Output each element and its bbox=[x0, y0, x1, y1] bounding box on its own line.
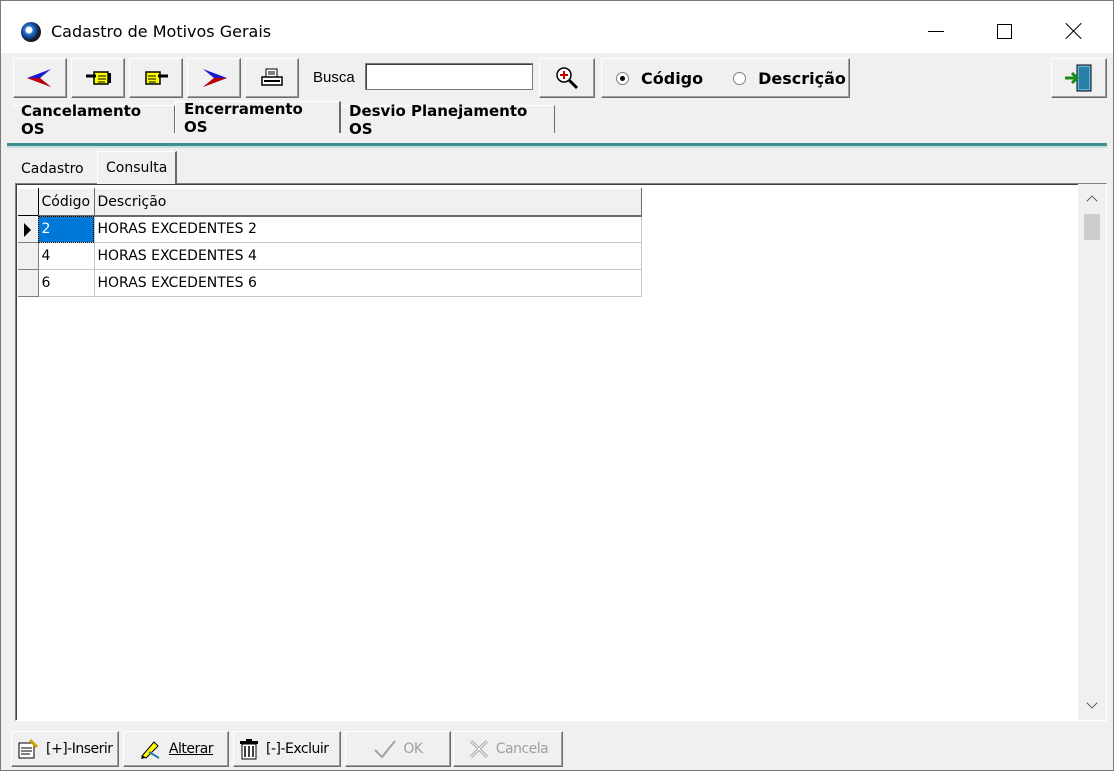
row-indicator bbox=[18, 215, 39, 243]
excluir-label: [-]-Excluir bbox=[266, 741, 329, 757]
close-button[interactable] bbox=[1051, 13, 1097, 49]
cell-descricao[interactable]: HORAS EXCEDENTES 4 bbox=[94, 242, 642, 270]
tab-label: Desvio Planejamento OS bbox=[349, 101, 528, 138]
search-button[interactable] bbox=[539, 58, 595, 98]
cancela-label: Cancela bbox=[495, 741, 549, 757]
checkmark-icon bbox=[374, 740, 397, 759]
scroll-down-button[interactable] bbox=[1078, 692, 1106, 718]
last-record-button[interactable] bbox=[187, 58, 241, 98]
tab-label: Cadastro bbox=[21, 161, 84, 177]
ok-button[interactable]: OK bbox=[345, 731, 451, 767]
exit-door-icon bbox=[1065, 64, 1092, 92]
top-tabs: Cancelamento OS Encerramento OS Desvio P… bbox=[13, 99, 1113, 138]
excluir-button[interactable]: [-]-Excluir bbox=[233, 731, 341, 767]
row-indicator bbox=[18, 269, 39, 297]
cell-codigo[interactable]: 4 bbox=[38, 242, 95, 270]
tab-desvio-planejamento-os[interactable]: Desvio Planejamento OS bbox=[341, 102, 555, 138]
ok-label: OK bbox=[403, 741, 423, 757]
insert-document-icon bbox=[18, 738, 39, 759]
tab-label: Encerramento OS bbox=[184, 99, 303, 136]
window-title: Cadastro de Motivos Gerais bbox=[51, 22, 272, 41]
chevron-down-icon bbox=[1086, 697, 1098, 709]
row-indicator bbox=[18, 242, 39, 270]
printer-icon bbox=[261, 68, 283, 86]
app-window: Cadastro de Motivos Gerais Busca Código … bbox=[0, 0, 1114, 771]
exit-button[interactable] bbox=[1051, 58, 1107, 98]
trash-icon bbox=[240, 739, 258, 760]
arrow-right-blue-icon bbox=[203, 69, 227, 87]
alterar-button[interactable]: Alterar bbox=[123, 731, 229, 767]
tab-consulta[interactable]: Consulta bbox=[97, 151, 178, 184]
search-label: Busca bbox=[313, 69, 355, 86]
vertical-scrollbar[interactable] bbox=[1078, 184, 1106, 720]
close-icon bbox=[1065, 22, 1083, 40]
radio-checked-icon bbox=[616, 71, 629, 85]
records-grid[interactable]: Código Descrição 2 HORAS EXCEDENTES 2 4 … bbox=[15, 183, 1107, 721]
table-row[interactable]: 4 HORAS EXCEDENTES 4 bbox=[18, 242, 642, 270]
inserir-label: [+]-Inserir bbox=[46, 741, 113, 757]
search-input[interactable] bbox=[365, 63, 533, 90]
alterar-label: Alterar bbox=[168, 741, 214, 757]
tab-cancelamento-os[interactable]: Cancelamento OS bbox=[13, 102, 175, 138]
cell-codigo[interactable]: 2 bbox=[38, 215, 95, 243]
minimize-icon bbox=[928, 30, 944, 32]
hand-left-icon bbox=[86, 71, 111, 85]
previous-record-button[interactable] bbox=[71, 58, 125, 98]
chevron-up-icon bbox=[1086, 195, 1098, 207]
tab-encerramento-os[interactable]: Encerramento OS bbox=[175, 99, 341, 136]
radio-codigo[interactable]: Código bbox=[616, 69, 703, 88]
cancel-x-icon bbox=[469, 739, 488, 759]
cell-codigo[interactable]: 6 bbox=[38, 269, 95, 297]
arrow-left-blue-icon bbox=[27, 69, 51, 87]
app-globe-icon bbox=[21, 22, 41, 42]
hand-right-icon bbox=[145, 71, 168, 85]
tab-label: Cancelamento OS bbox=[21, 101, 142, 138]
tab-label: Consulta bbox=[106, 160, 168, 176]
search-mode-radio-group: Código Descrição bbox=[601, 58, 850, 98]
grid-header-row: Código Descrição bbox=[18, 188, 642, 217]
inserir-button[interactable]: [+]-Inserir bbox=[11, 731, 119, 767]
column-header-codigo[interactable]: Código bbox=[38, 188, 95, 217]
column-header-descricao[interactable]: Descrição bbox=[94, 188, 642, 217]
radio-codigo-label: Código bbox=[641, 68, 704, 88]
next-record-button[interactable] bbox=[129, 58, 183, 98]
minimize-button[interactable] bbox=[913, 13, 959, 49]
title-bar: Cadastro de Motivos Gerais bbox=[1, 1, 1113, 53]
current-row-arrow-icon bbox=[24, 223, 31, 237]
records-table: Código Descrição 2 HORAS EXCEDENTES 2 4 … bbox=[18, 188, 642, 297]
table-row[interactable]: 6 HORAS EXCEDENTES 6 bbox=[18, 269, 642, 297]
radio-descricao[interactable]: Descrição bbox=[733, 69, 846, 88]
tab-divider-shade bbox=[7, 146, 1107, 148]
magnifier-icon bbox=[556, 67, 579, 90]
cell-descricao[interactable]: HORAS EXCEDENTES 2 bbox=[94, 215, 642, 243]
cell-descricao[interactable]: HORAS EXCEDENTES 6 bbox=[94, 269, 642, 297]
action-bar: [+]-Inserir Alterar [-]-Excluir OK Cance… bbox=[7, 727, 1107, 767]
maximize-button[interactable] bbox=[981, 13, 1027, 49]
radio-unchecked-icon bbox=[733, 71, 747, 85]
scroll-thumb[interactable] bbox=[1084, 214, 1100, 240]
table-row[interactable]: 2 HORAS EXCEDENTES 2 bbox=[18, 215, 642, 243]
header-indicator-cell bbox=[18, 188, 39, 216]
tab-cadastro[interactable]: Cadastro bbox=[21, 158, 84, 180]
cancela-button[interactable]: Cancela bbox=[453, 731, 563, 767]
maximize-icon bbox=[996, 23, 1012, 39]
edit-pencil-icon bbox=[140, 741, 160, 759]
print-button[interactable] bbox=[245, 58, 299, 98]
first-record-button[interactable] bbox=[13, 58, 67, 98]
radio-descricao-label: Descrição bbox=[758, 68, 846, 88]
scroll-up-button[interactable] bbox=[1078, 186, 1106, 212]
